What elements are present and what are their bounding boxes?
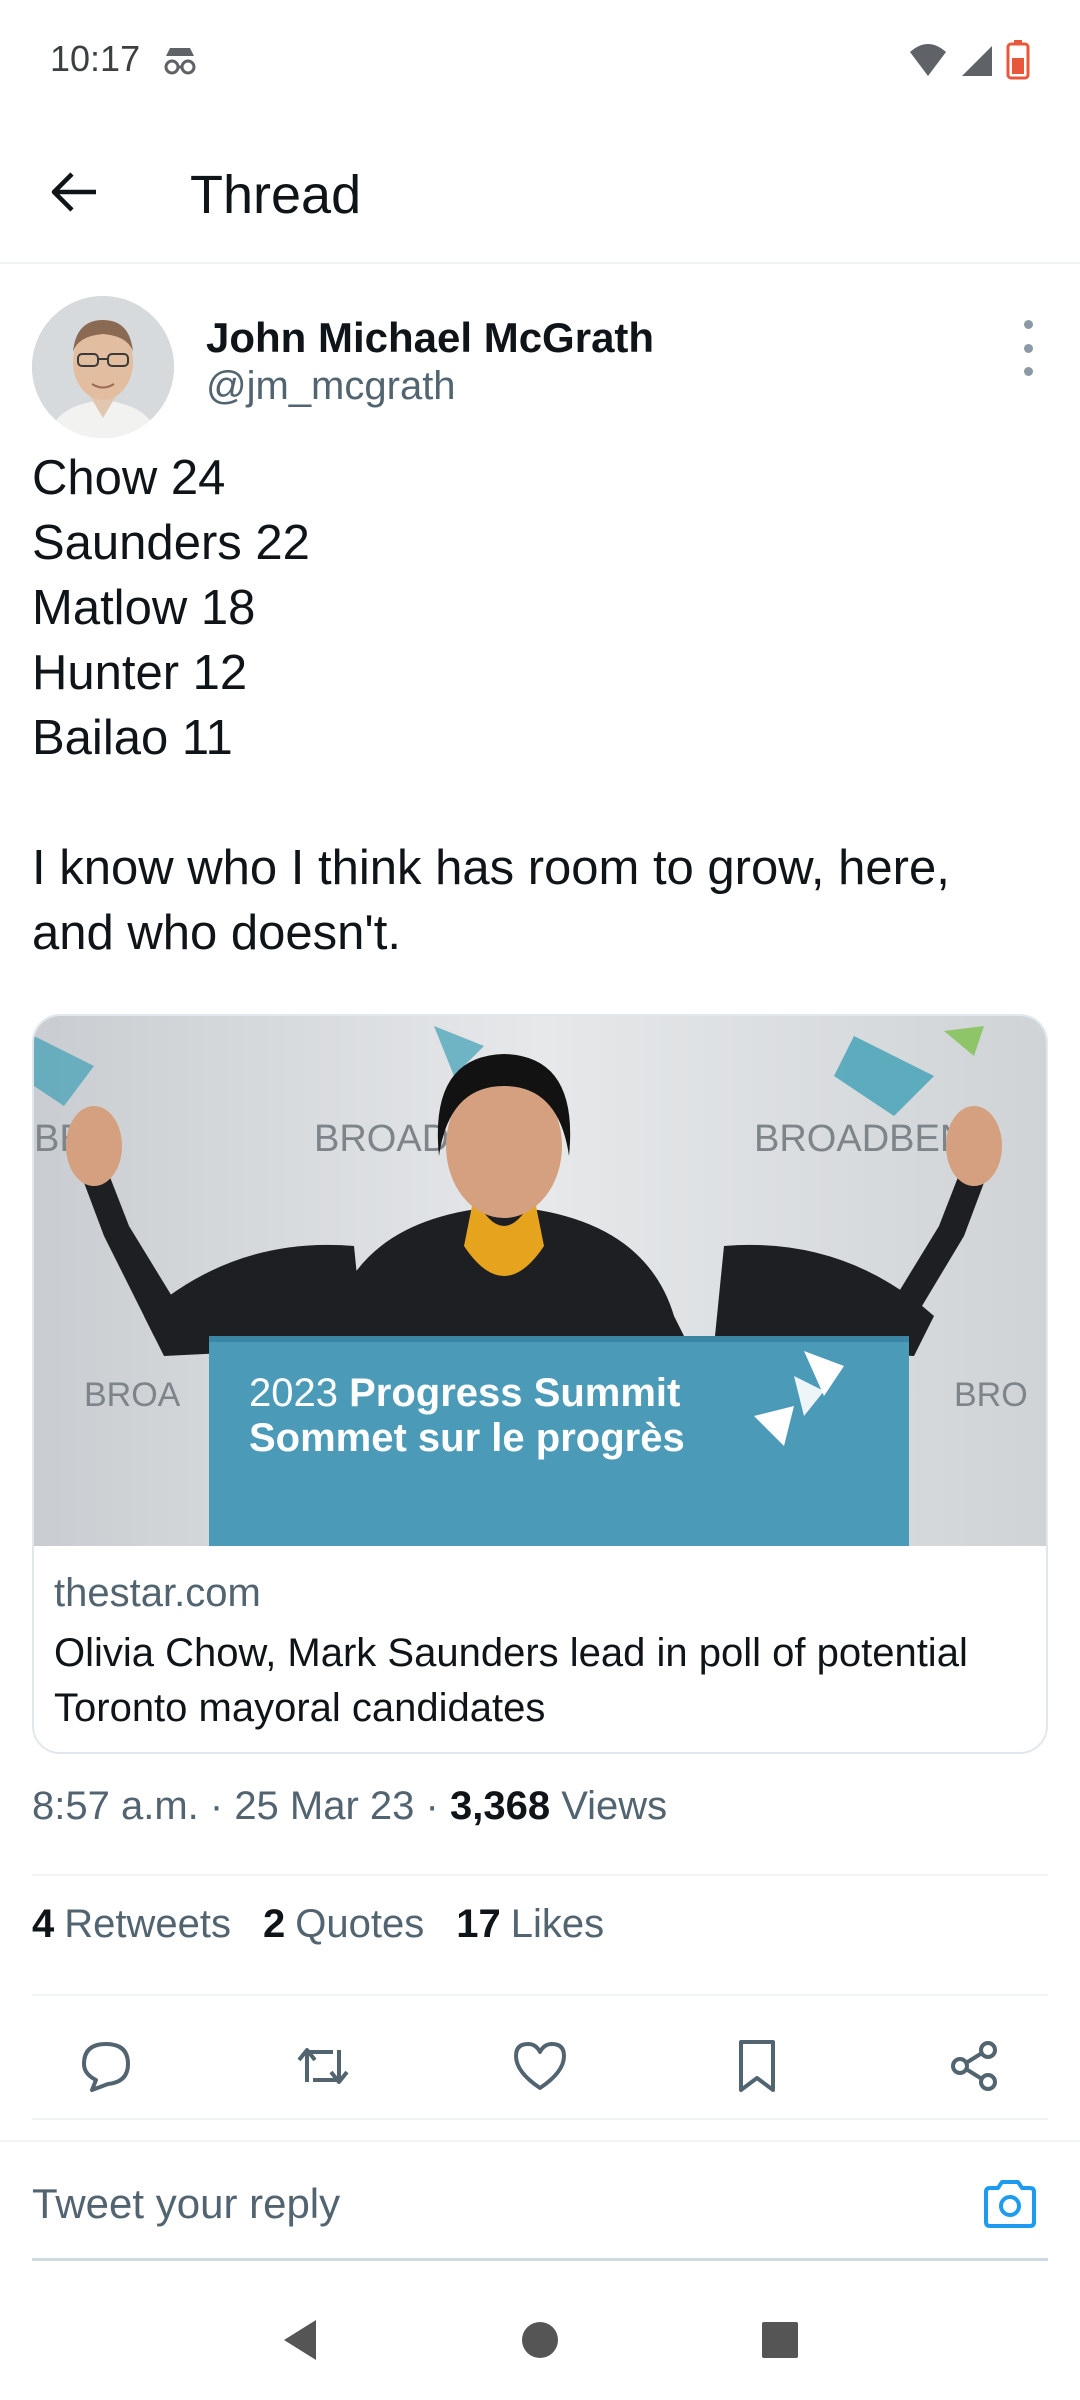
more-vertical-icon[interactable] [1008,320,1048,376]
author-name[interactable]: John Michael McGrath [206,314,654,362]
tweet-date: 25 Mar 23 [234,1784,415,1828]
tweet-time: 8:57 a.m. [32,1784,199,1828]
card-banner-line1: 2023 Progress Summit [249,1371,680,1415]
incognito-icon [160,40,200,80]
stat-retweets[interactable]: 4 Retweets [32,1902,231,1947]
back-arrow-icon[interactable] [40,162,108,222]
tweet-stats: 4 Retweets 2 Quotes 17 Likes [32,1902,604,1947]
camera-icon[interactable] [980,2174,1040,2234]
system-nav-bar [0,2280,1080,2400]
nav-recents-icon[interactable] [760,2320,800,2360]
bookmark-icon[interactable] [725,2034,789,2098]
divider [32,2118,1048,2120]
views-label: Views [561,1784,668,1828]
avatar[interactable] [32,296,174,438]
author-handle[interactable]: @jm_mcgrath [206,364,456,409]
tweet-meta: 8:57 a.m. · 25 Mar 23 · 3,368 Views [32,1784,668,1828]
reply-bar: Tweet your reply [0,2140,1080,2261]
tweet-text-line: Saunders 22 [32,516,310,570]
wifi-icon [910,44,946,76]
app-bar: Thread [0,120,1080,264]
divider [32,1874,1048,1876]
status-icons [908,40,1030,80]
like-icon[interactable] [508,2034,572,2098]
card-banner-line2: Sommet sur le progrès [249,1416,685,1460]
divider [32,1994,1048,1996]
stat-likes[interactable]: 17 Likes [456,1902,604,1947]
tweet-text: Chow 24 Saunders 22 Matlow 18 Hunter 12 … [32,446,1048,966]
tweet-text-line: Bailao 11 [32,711,233,765]
tweet-text-line: Hunter 12 [32,646,248,700]
share-icon[interactable] [942,2034,1006,2098]
tweet-text-line: Matlow 18 [32,581,256,635]
reply-underline [32,2258,1048,2261]
tweet-text-line: I know who I think has room to grow, her… [32,841,950,895]
views-count: 3,368 [449,1784,551,1828]
card-domain: thestar.com [54,1571,261,1615]
action-bar [32,2016,1048,2116]
tweet-text-line: Chow 24 [32,451,226,505]
stat-quotes[interactable]: 2 Quotes [263,1902,424,1947]
svg-text:BROA: BROA [84,1376,181,1414]
status-bar: 10:17 [0,0,1080,120]
nav-home-icon[interactable] [520,2320,560,2360]
card-image: BROAD BROADBENT BE BROA BRO 2023 Progres… [34,1016,1046,1546]
signal-icon [962,46,992,76]
svg-text:BRO: BRO [954,1376,1028,1414]
card-title: Olivia Chow, Mark Saunders lead in poll … [54,1631,968,1730]
svg-text:BROAD: BROAD [314,1118,449,1160]
status-time: 10:17 [50,38,141,79]
tweet-text-line: and who doesn't. [32,906,401,960]
reply-input[interactable]: Tweet your reply [32,2180,340,2228]
nav-back-icon[interactable] [280,2318,320,2362]
battery-icon [1006,40,1030,80]
retweet-icon[interactable] [291,2034,355,2098]
reply-icon[interactable] [74,2034,138,2098]
link-card[interactable]: BROAD BROADBENT BE BROA BRO 2023 Progres… [32,1014,1048,1754]
page-title: Thread [190,165,362,225]
